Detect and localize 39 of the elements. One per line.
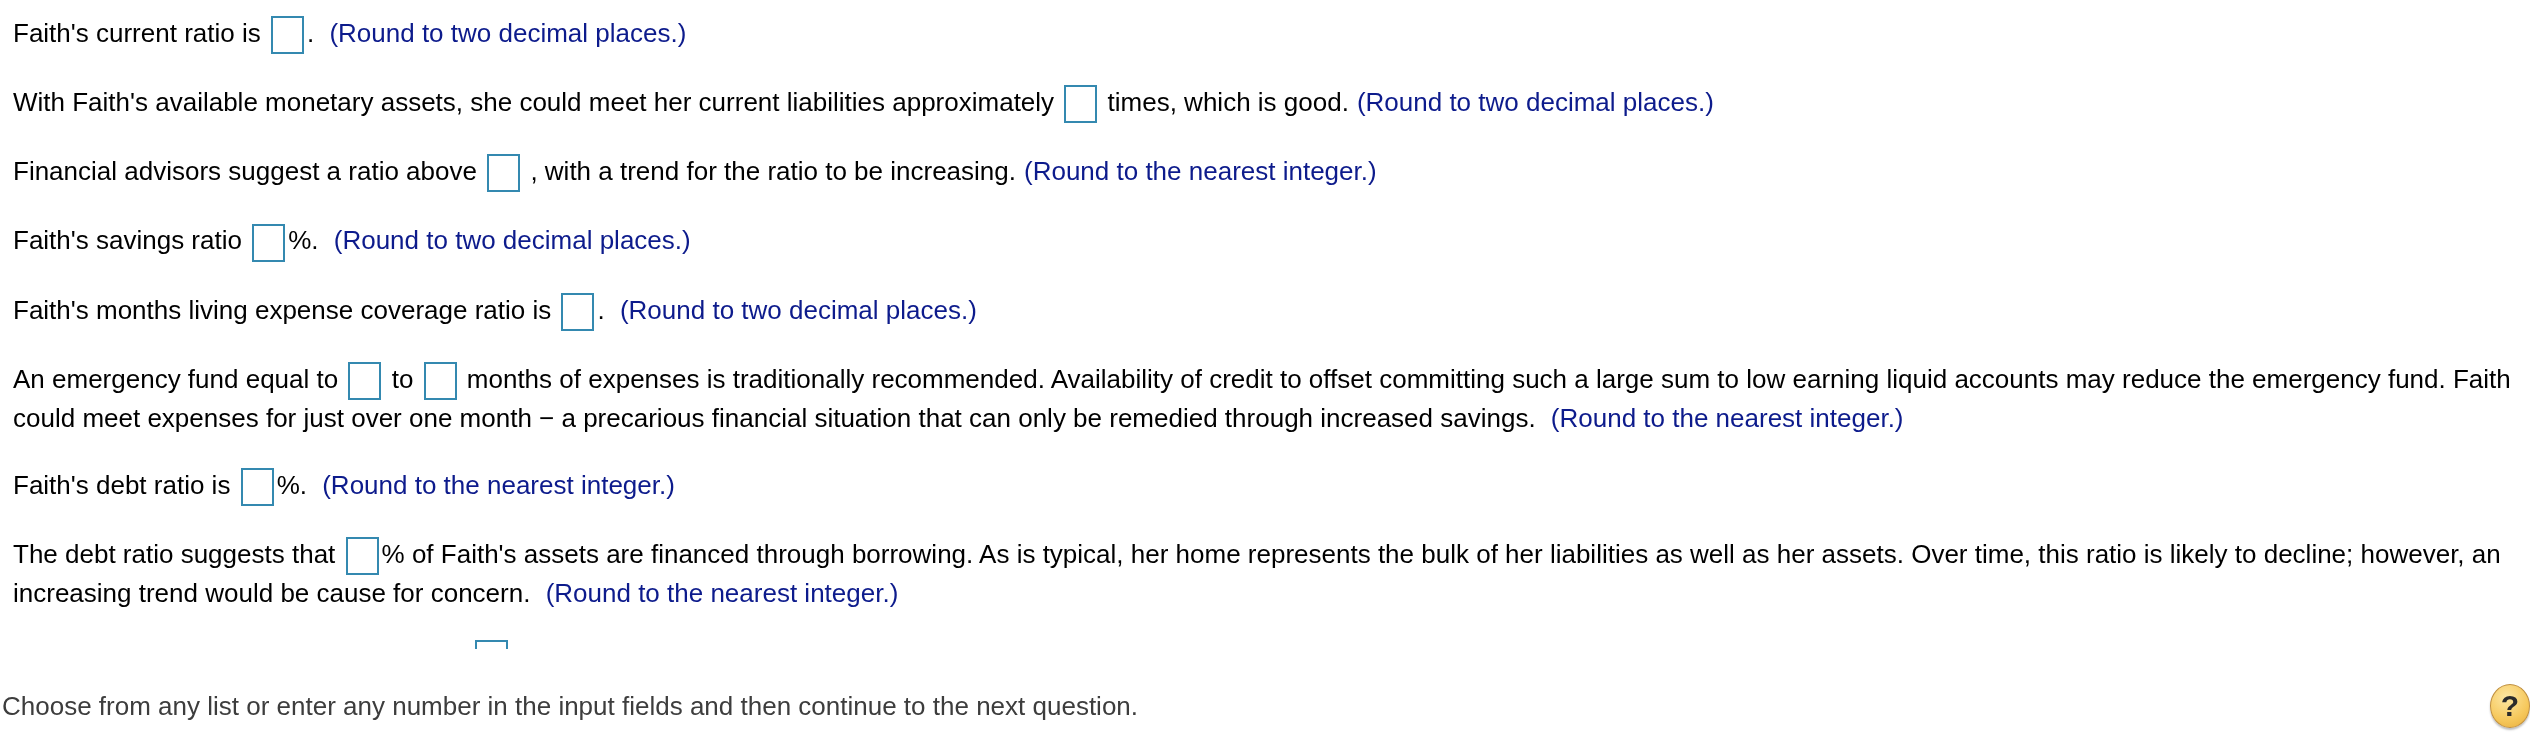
answer-box[interactable] bbox=[487, 154, 521, 193]
answer-box[interactable] bbox=[270, 16, 304, 55]
question-text: . bbox=[306, 18, 316, 48]
rounding-hint: (Round to the nearest integer.) bbox=[322, 469, 675, 500]
question-text: With Faith's available monetary assets, she could meet her current liabilities approximately bbox=[13, 87, 1056, 118]
question-text: An emergency fund equal to bbox=[13, 363, 340, 394]
rounding-hint: (Round to the nearest integer.) bbox=[545, 578, 899, 608]
help-button[interactable]: ? bbox=[2490, 684, 2530, 728]
rounding-hint: (Round to two decimal places.) bbox=[1356, 87, 1714, 118]
question-text: . bbox=[597, 294, 606, 325]
answer-box[interactable] bbox=[240, 467, 274, 506]
answer-box[interactable] bbox=[561, 292, 595, 331]
rounding-hint: (Round to the nearest integer.) bbox=[1550, 402, 1904, 433]
question-text: could meet expenses for just over one month − a precarious financial situation that can only be remedied through increased savings. bbox=[13, 402, 1537, 433]
question-text: %. bbox=[276, 469, 308, 500]
rounding-hint: (Round to two decimal places.) bbox=[333, 225, 691, 256]
instruction-text: Choose from any list or enter any number in the input fields and then continue to the next question. bbox=[2, 690, 1139, 722]
answer-box[interactable] bbox=[345, 537, 379, 575]
question-text: Faith's savings ratio bbox=[13, 225, 243, 256]
question-text: % of Faith's assets are financed through borrowing. As is typical, her home represents the bulk of her liabilities as well as her assets. Over time, this ratio is likely to decline; however, an bbox=[381, 538, 2501, 569]
rounding-hint: (Round to two decimal places.) bbox=[329, 18, 687, 48]
question-text: %. bbox=[288, 225, 320, 256]
question-text: increasing trend would be cause for concern. bbox=[13, 578, 532, 608]
answer-box[interactable] bbox=[475, 640, 508, 649]
rounding-hint: (Round to two decimal places.) bbox=[619, 294, 977, 325]
question-text: times, which is good. bbox=[1106, 87, 1349, 118]
question-text: , with a trend for the ratio to be increasing. bbox=[529, 156, 1016, 187]
question-text: The debt ratio suggests that bbox=[13, 538, 337, 569]
question-text: to bbox=[390, 363, 415, 394]
answer-box[interactable] bbox=[252, 223, 286, 262]
question-text: Financial advisors suggest a ratio above bbox=[13, 156, 478, 187]
question-text: months of expenses is traditionally recommended. Availability of credit to offset committing such a large sum to low earning liquid accounts may reduce the emergency fund. Faith bbox=[465, 363, 2511, 394]
question-text: Faith's months living expense coverage ratio is bbox=[13, 294, 553, 325]
question-text: Faith's debt ratio is bbox=[13, 469, 232, 500]
answer-box[interactable] bbox=[423, 361, 457, 400]
question-text: Faith's current ratio is bbox=[13, 18, 262, 48]
answer-box[interactable] bbox=[1064, 85, 1098, 124]
rounding-hint: (Round to the nearest integer.) bbox=[1024, 156, 1377, 187]
answer-box[interactable] bbox=[348, 361, 382, 400]
